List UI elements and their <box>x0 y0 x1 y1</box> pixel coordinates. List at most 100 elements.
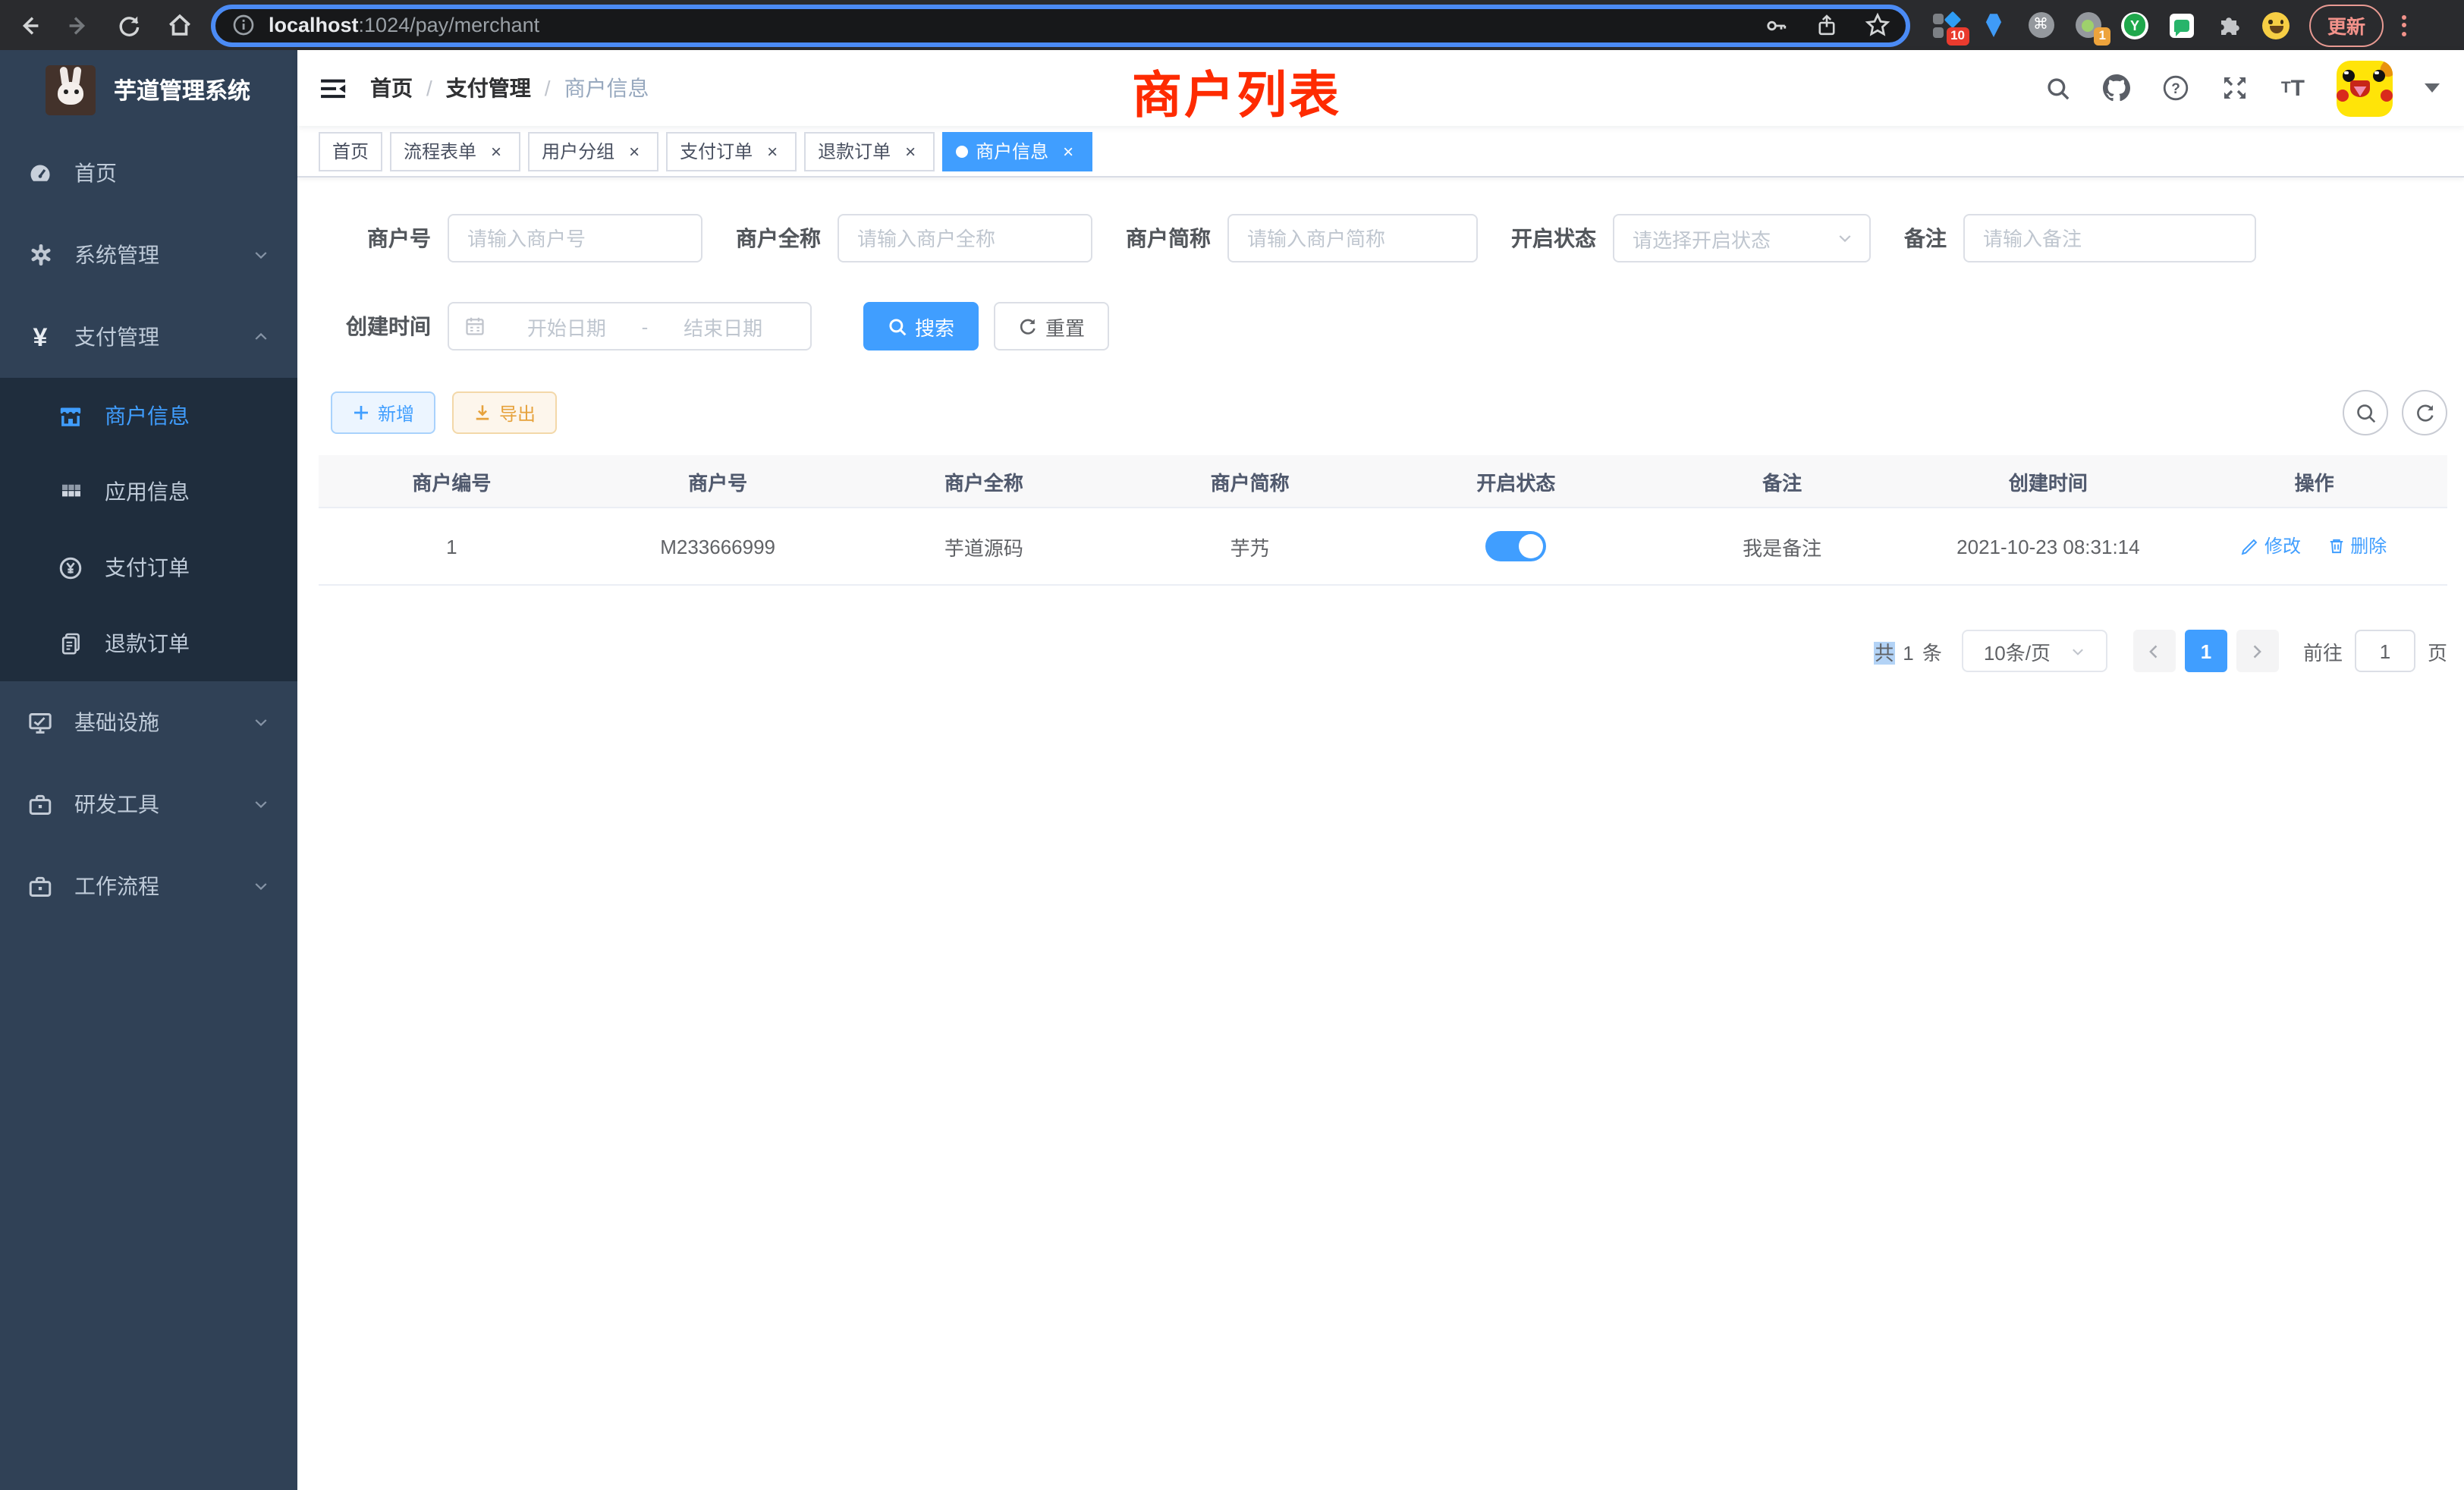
close-icon[interactable]: × <box>1058 140 1079 162</box>
url-host: localhost <box>269 14 359 36</box>
sidebar-item-label: 首页 <box>74 158 117 188</box>
start-date-placeholder[interactable]: 开始日期 <box>495 312 639 341</box>
avatar-dropdown-caret-icon[interactable] <box>2425 83 2440 100</box>
sidebar-item-pay-order[interactable]: 支付订单 <box>0 530 297 605</box>
field-label: 商户全称 <box>736 223 821 253</box>
browser-back-icon[interactable] <box>15 11 42 39</box>
end-date-placeholder[interactable]: 结束日期 <box>651 312 795 341</box>
status-select[interactable]: 请选择开启状态 <box>1613 214 1871 262</box>
browser-home-icon[interactable] <box>165 11 193 39</box>
prev-page-icon[interactable] <box>2133 630 2176 672</box>
merchant-no-input[interactable] <box>448 214 702 262</box>
goto-label: 前往 <box>2303 637 2343 665</box>
tab-user-group[interactable]: 用户分组× <box>528 131 658 171</box>
tracker-extension-icon[interactable]: 1 <box>2074 11 2101 39</box>
merchant-fullname-input[interactable] <box>838 214 1092 262</box>
navbar-actions: ? TT <box>2046 60 2440 116</box>
select-placeholder: 请选择开启状态 <box>1633 224 1771 253</box>
breadcrumb-item[interactable]: 支付管理 <box>446 73 531 103</box>
close-icon[interactable]: × <box>486 140 507 162</box>
sidebar-item-refund-order[interactable]: 退款订单 <box>0 605 297 681</box>
sidebar-item-pay[interactable]: ¥ 支付管理 <box>0 296 297 378</box>
bookmark-star-icon[interactable] <box>1865 12 1890 38</box>
sidebar-toggle-icon[interactable] <box>320 75 346 101</box>
next-page-icon[interactable] <box>2236 630 2279 672</box>
browser-forward-icon[interactable] <box>65 11 93 39</box>
sidebar-item-workflow[interactable]: 工作流程 <box>0 845 297 927</box>
header-search-icon[interactable] <box>2046 75 2072 101</box>
svg-text:?: ? <box>2172 81 2181 97</box>
cell-merchant-no: M233666999 <box>585 535 851 558</box>
chevron-down-icon <box>252 713 270 731</box>
field-label: 备注 <box>1904 223 1947 253</box>
close-icon[interactable]: × <box>762 140 783 162</box>
browser-chrome: localhost:1024/pay/merchant 10 <box>0 0 2464 50</box>
toggle-search-icon[interactable] <box>2343 390 2388 435</box>
gem-extension-icon[interactable] <box>1980 11 2007 39</box>
chat-extension-icon[interactable] <box>2168 11 2195 39</box>
sidebar-item-label: 支付订单 <box>105 552 190 583</box>
col-header: 操作 <box>2181 467 2447 495</box>
delete-link[interactable]: 删除 <box>2327 533 2387 559</box>
profile-avatar-icon[interactable] <box>2262 11 2290 39</box>
y-extension-icon[interactable]: Y <box>2121 11 2148 39</box>
sidebar-item-infra[interactable]: 基础设施 <box>0 681 297 763</box>
tab-process-form[interactable]: 流程表单× <box>390 131 520 171</box>
browser-update-button[interactable]: 更新 <box>2309 4 2384 46</box>
refresh-table-icon[interactable] <box>2402 390 2447 435</box>
sidebar-item-label: 研发工具 <box>74 789 159 819</box>
page-size-select[interactable]: 10条/页 <box>1962 630 2107 672</box>
tab-home[interactable]: 首页 <box>319 131 382 171</box>
sidebar-item-label: 系统管理 <box>74 240 159 270</box>
browser-reload-icon[interactable] <box>115 11 143 39</box>
shop-icon <box>58 403 83 429</box>
extensions-row: 10 ⌘ 1 Y <box>1933 11 2290 39</box>
yen-circle-icon <box>58 555 83 580</box>
field-label: 商户简称 <box>1126 223 1211 253</box>
sidebar-item-system[interactable]: 系统管理 <box>0 214 297 296</box>
pagination: 共 1 条 10条/页 1 前往 <box>319 630 2447 672</box>
page-suffix-label: 页 <box>2428 637 2447 665</box>
breadcrumb-item[interactable]: 首页 <box>370 73 413 103</box>
close-icon[interactable]: × <box>624 140 645 162</box>
date-separator: - <box>639 315 652 338</box>
tab-pay-order[interactable]: 支付订单× <box>666 131 797 171</box>
blocks-extension-icon[interactable]: 10 <box>1933 11 1960 39</box>
tab-refund-order[interactable]: 退款订单× <box>804 131 935 171</box>
sidebar-item-app-info[interactable]: 应用信息 <box>0 454 297 530</box>
reset-button[interactable]: 重置 <box>994 302 1109 350</box>
fullscreen-icon[interactable] <box>2222 74 2249 102</box>
sidebar-logo-row[interactable]: 芋道管理系统 <box>0 50 297 129</box>
search-button[interactable]: 搜索 <box>863 302 979 350</box>
remark-input[interactable] <box>1963 214 2256 262</box>
github-icon[interactable] <box>2104 74 2131 102</box>
close-icon[interactable]: × <box>900 140 921 162</box>
create-time-range-picker[interactable]: 开始日期 - 结束日期 <box>448 302 812 350</box>
font-size-icon[interactable]: TT <box>2281 77 2305 99</box>
edit-link[interactable]: 修改 <box>2242 533 2301 559</box>
page-number-button[interactable]: 1 <box>2185 630 2227 672</box>
status-toggle[interactable] <box>1485 531 1546 561</box>
merchant-shortname-input[interactable] <box>1227 214 1478 262</box>
export-button[interactable]: 导出 <box>452 391 557 434</box>
sidebar-item-devtools[interactable]: 研发工具 <box>0 763 297 845</box>
site-info-icon[interactable] <box>232 14 255 36</box>
breadcrumb-separator: / <box>426 76 432 100</box>
password-key-icon[interactable] <box>1765 13 1789 37</box>
extensions-puzzle-icon[interactable] <box>2215 11 2242 39</box>
tab-merchant-info[interactable]: 商户信息× <box>942 131 1092 171</box>
sidebar-item-merchant-info[interactable]: 商户信息 <box>0 378 297 454</box>
url-bar[interactable]: localhost:1024/pay/merchant <box>211 4 1910 46</box>
goto-page-input[interactable] <box>2355 630 2415 672</box>
sidebar-item-label: 基础设施 <box>74 707 159 737</box>
add-button[interactable]: 新增 <box>331 391 435 434</box>
share-icon[interactable] <box>1815 13 1839 37</box>
help-question-icon[interactable]: ? <box>2163 74 2190 102</box>
extension-badge: 10 <box>1946 27 1969 45</box>
sidebar-item-home[interactable]: 首页 <box>0 132 297 214</box>
browser-menu-icon[interactable] <box>2402 14 2406 36</box>
cell-full-name: 芋道源码 <box>851 532 1117 561</box>
command-extension-icon[interactable]: ⌘ <box>2027 11 2054 39</box>
url-text[interactable]: localhost:1024/pay/merchant <box>269 14 539 36</box>
user-avatar[interactable] <box>2337 60 2393 116</box>
